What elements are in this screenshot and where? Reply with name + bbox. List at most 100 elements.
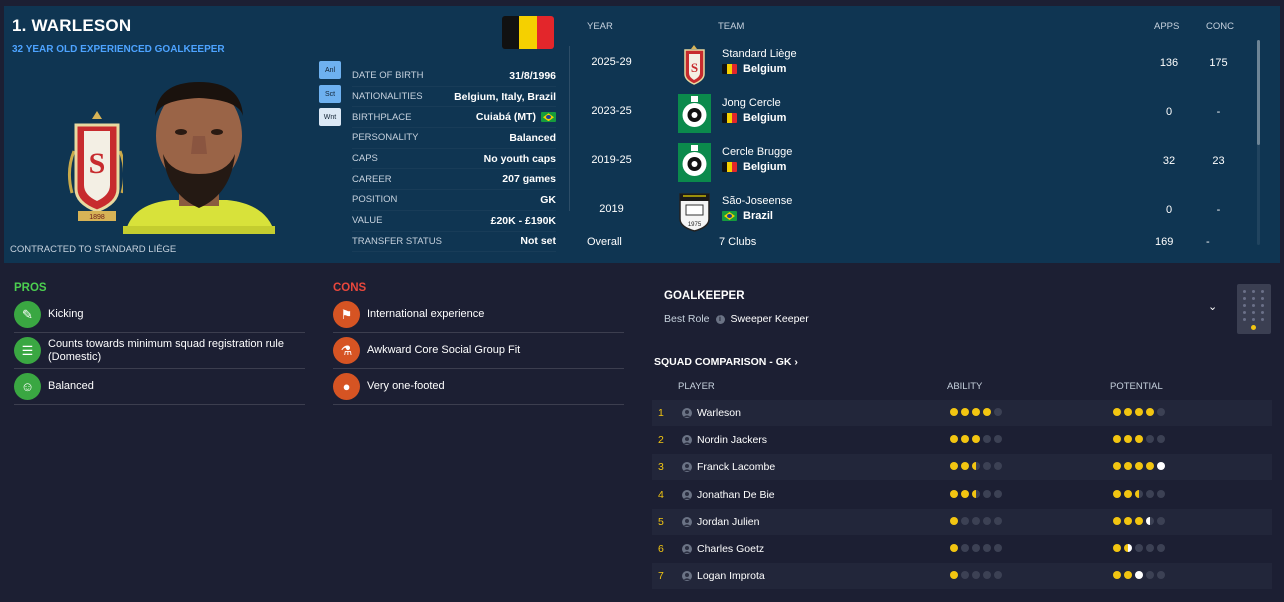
star-icon	[994, 408, 1002, 416]
squad-comparison-title[interactable]: SQUAD COMPARISON - GK ›	[654, 356, 798, 368]
squad-row[interactable]: 7 Logan Improta	[652, 563, 1272, 590]
star-icon	[1157, 408, 1165, 416]
want-badge[interactable]: Wnt	[319, 108, 341, 126]
star-icon	[1146, 408, 1154, 416]
best-role-value[interactable]: Sweeper Keeper	[731, 313, 809, 325]
squad-row[interactable]: 2 Nordin Jackers	[652, 427, 1272, 453]
info-value[interactable]: Belgium, Italy, Brazil	[454, 91, 556, 103]
career-row[interactable]: 2025-29 S Standard Liège Belgium 136 175	[584, 40, 1244, 89]
ability-stars	[950, 435, 1002, 444]
star-icon	[1157, 435, 1165, 444]
divider	[569, 46, 570, 211]
career-row[interactable]: 2019 1975 São-Joseense Brazil 0 -	[584, 187, 1244, 236]
scrollbar-thumb[interactable]	[1257, 40, 1260, 145]
squad-player-name[interactable]: Jordan Julien	[697, 516, 759, 528]
svg-text:1898: 1898	[89, 214, 105, 221]
career-header-apps[interactable]: APPS	[1154, 21, 1179, 32]
cons-item-label: Awkward Core Social Group Fit	[367, 344, 521, 356]
svg-text:S: S	[89, 147, 106, 180]
squad-row-number: 2	[658, 434, 664, 447]
potential-stars	[1113, 462, 1165, 471]
chevron-right-icon: ›	[794, 356, 798, 368]
squad-row[interactable]: 1 Warleson	[652, 400, 1272, 426]
career-header-year[interactable]: YEAR	[587, 21, 613, 32]
scout-badge[interactable]: Sct	[319, 85, 341, 103]
squad-player-name[interactable]: Warleson	[697, 407, 741, 419]
star-icon	[1124, 489, 1132, 498]
info-label: BIRTHPLACE	[352, 111, 412, 123]
info-row-value: VALUE £20K - £190K	[352, 211, 556, 232]
career-row[interactable]: 2019-25 Cercle Brugge Belgium 32 23	[584, 138, 1244, 187]
star-icon	[1157, 571, 1165, 580]
squad-player-name[interactable]: Jonathan De Bie	[697, 489, 775, 501]
pros-title: PROS	[14, 282, 47, 294]
cons-item-label: Very one-footed	[367, 380, 445, 392]
career-row[interactable]: 2023-25 Jong Cercle Belgium 0 -	[584, 89, 1244, 138]
star-icon	[1113, 571, 1121, 580]
pros-item: ☺ Balanced	[14, 369, 305, 405]
info-label: CAREER	[352, 173, 392, 185]
overall-apps: 169	[1155, 236, 1174, 248]
squad-row[interactable]: 3 Franck Lacombe	[652, 454, 1272, 481]
career-header-team[interactable]: TEAM	[718, 21, 744, 32]
analyst-badge[interactable]: Anl	[319, 61, 341, 79]
star-icon	[1124, 435, 1132, 444]
star-icon	[1146, 544, 1154, 552]
career-team[interactable]: Cercle Brugge	[722, 146, 792, 158]
belgium-flag-icon	[502, 16, 554, 49]
cons-item-label: International experience	[367, 308, 485, 320]
squad-player-name[interactable]: Franck Lacombe	[697, 461, 775, 473]
info-value: GK	[540, 193, 556, 206]
pitch-position-icon[interactable]	[1237, 284, 1271, 334]
info-value: 31/8/1996	[509, 69, 556, 82]
star-icon	[1135, 489, 1143, 498]
star-icon	[1135, 571, 1143, 580]
career-year: 2025-29	[591, 56, 632, 68]
career-team[interactable]: São-Joseense	[722, 195, 792, 207]
career-apps: 32	[1162, 155, 1176, 167]
brazil-flag-icon	[722, 211, 737, 221]
cons-item: ⚗ Awkward Core Social Group Fit	[333, 333, 624, 369]
career-year: 2023-25	[591, 105, 632, 117]
info-row-career: CAREER 207 games	[352, 169, 556, 191]
squad-header-potential[interactable]: POTENTIAL	[1110, 381, 1163, 392]
standard-liege-crest-icon: S 1898	[67, 111, 127, 221]
overall-label: Overall	[587, 236, 622, 248]
squad-row[interactable]: 5 Jordan Julien	[652, 508, 1272, 535]
career-team[interactable]: Jong Cercle	[722, 97, 781, 109]
star-icon	[994, 571, 1002, 580]
career-apps: 136	[1159, 57, 1179, 69]
person-icon	[682, 571, 692, 582]
squad-row-number: 1	[658, 407, 664, 419]
info-icon[interactable]: i	[715, 314, 725, 324]
squad-player-name[interactable]: Nordin Jackers	[697, 434, 767, 446]
star-icon	[972, 435, 980, 444]
squad-row[interactable]: 6 Charles Goetz	[652, 536, 1272, 562]
potential-stars	[1113, 408, 1165, 416]
ability-stars	[950, 516, 1002, 525]
career-team[interactable]: Standard Liège	[722, 48, 797, 60]
squad-header-player[interactable]: PLAYER	[678, 381, 715, 392]
ability-stars	[950, 462, 1002, 471]
career-nation-label: Brazil	[743, 210, 773, 222]
star-icon	[972, 571, 980, 580]
squad-row[interactable]: 4 Jonathan De Bie	[652, 482, 1272, 508]
pros-item-label: Counts towards minimum squad registratio…	[48, 337, 284, 363]
career-header-conc[interactable]: CONC	[1206, 21, 1234, 32]
ability-stars	[950, 489, 1002, 498]
star-icon	[983, 462, 991, 471]
position-title: GOALKEEPER	[664, 290, 745, 302]
flag-icon: ⚑	[333, 301, 360, 328]
squad-player-name[interactable]: Logan Improta	[697, 570, 765, 582]
chevron-down-icon[interactable]: ⌄	[1208, 300, 1217, 313]
svg-text:S: S	[691, 60, 698, 75]
belgium-flag-icon	[722, 113, 737, 123]
star-icon	[1113, 462, 1121, 471]
belgium-flag-icon	[722, 64, 737, 74]
head-icon: ☺	[14, 373, 41, 400]
player-subtitle: 32 YEAR OLD EXPERIENCED GOALKEEPER	[12, 44, 225, 55]
star-icon	[950, 462, 958, 471]
squad-row-number: 6	[658, 543, 664, 555]
squad-player-name[interactable]: Charles Goetz	[697, 543, 764, 555]
squad-header-ability[interactable]: ABILITY	[947, 381, 982, 392]
